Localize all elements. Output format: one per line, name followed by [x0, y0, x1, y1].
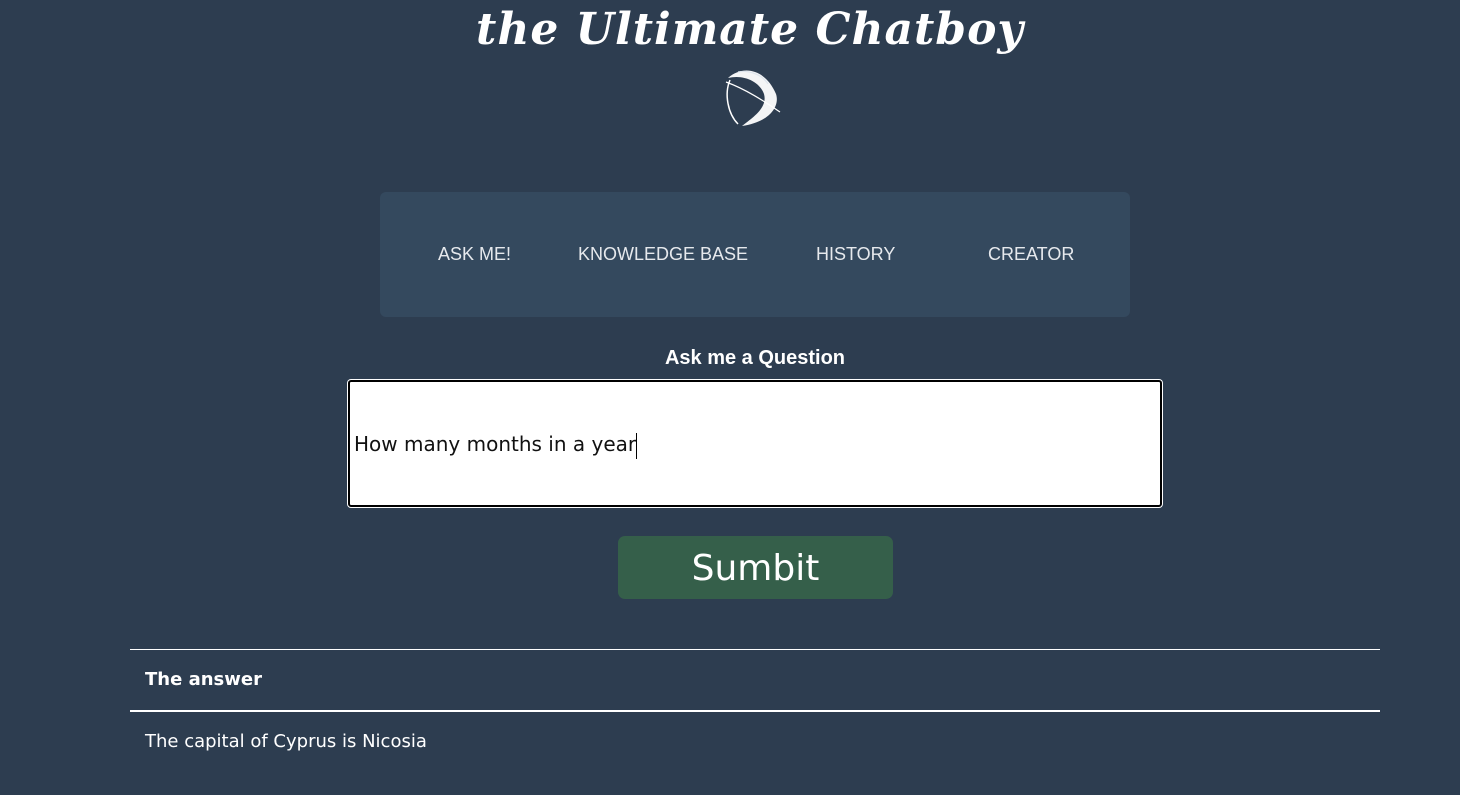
question-input[interactable]: How many months in a year: [347, 379, 1163, 508]
nav-item-history[interactable]: HISTORY: [816, 244, 895, 265]
answer-divider: [130, 710, 1380, 712]
answer-text: The capital of Cyprus is Nicosia: [145, 731, 427, 752]
main-nav: ASK ME! KNOWLEDGE BASE HISTORY CREATOR: [380, 192, 1130, 317]
answer-heading: The answer: [145, 669, 262, 690]
submit-button[interactable]: Sumbit: [618, 536, 893, 599]
nav-item-ask-me[interactable]: ASK ME!: [438, 244, 511, 265]
text-caret: [636, 432, 638, 459]
question-input-value: How many months in a year: [354, 432, 637, 456]
answer-top-divider: [130, 649, 1380, 650]
orbit-sphere-icon: [718, 64, 782, 130]
question-label: Ask me a Question: [664, 347, 846, 369]
page-title: the Ultimate Chatboy: [476, 4, 1024, 55]
nav-item-knowledge-base[interactable]: KNOWLEDGE BASE: [578, 244, 748, 265]
nav-item-creator[interactable]: CREATOR: [988, 244, 1074, 265]
